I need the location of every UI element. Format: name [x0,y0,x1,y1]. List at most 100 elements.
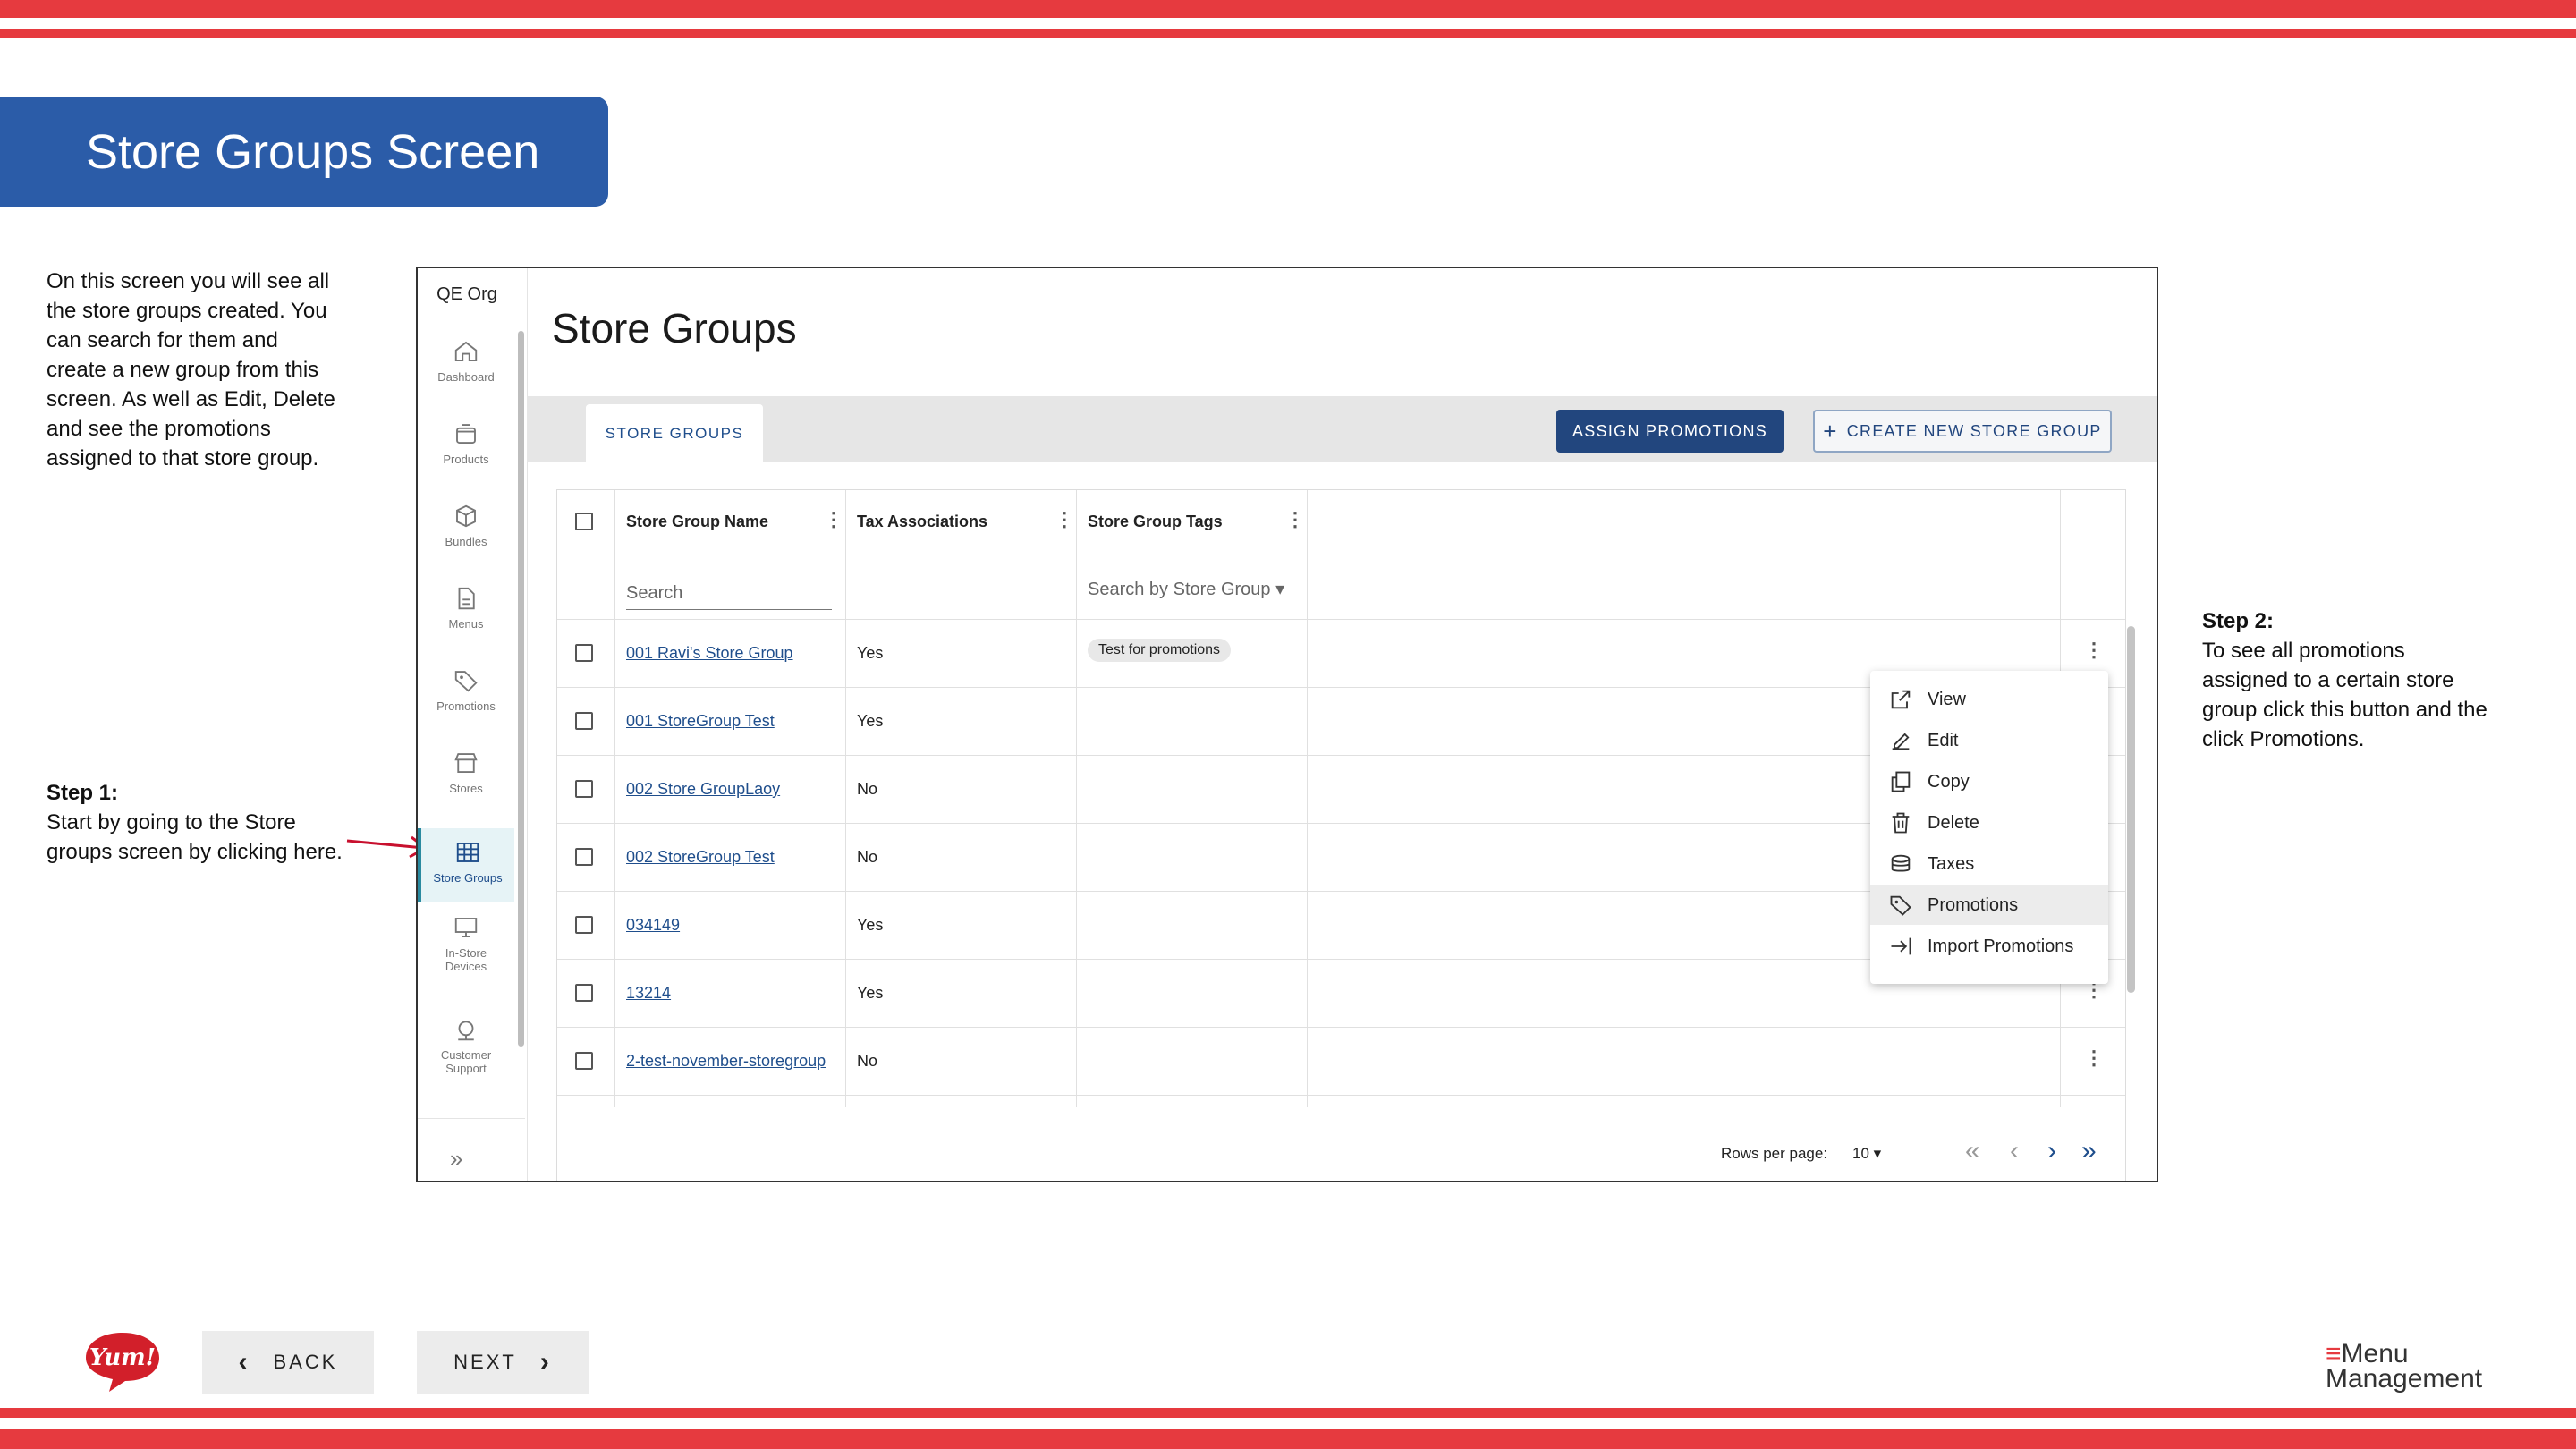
sidebar-item-dashboard[interactable]: Dashboard [418,338,514,384]
expand-sidebar-icon[interactable]: » [450,1145,462,1173]
top-stripe-1 [0,0,2576,18]
previous-page-icon[interactable]: ‹ [2010,1136,2019,1166]
bottom-stripe-2 [0,1429,2576,1449]
slide-title: Store Groups Screen [0,97,608,207]
first-page-icon[interactable]: « [1965,1136,1980,1166]
plus-icon: + [1823,418,1838,445]
table-scrollbar[interactable] [2127,626,2135,993]
chevron-left-icon: ‹ [238,1347,250,1377]
menu-item-copy[interactable]: Copy [1870,762,2108,801]
sidebar-item-bundles[interactable]: Bundles [418,503,514,548]
sidebar-item-label: Menus [448,617,484,631]
menu-item-promotions[interactable]: Promotions [1870,886,2108,925]
menu-item-import-promotions[interactable]: Import Promotions [1870,927,2108,966]
import-icon [1891,937,1911,955]
dropdown-icon: ▾ [1275,580,1285,599]
select-all-checkbox[interactable] [575,513,593,530]
back-button[interactable]: ‹ BACK [202,1331,374,1394]
column-menu-icon[interactable]: ⋮ [824,508,843,531]
column-menu-icon[interactable]: ⋮ [1285,508,1305,531]
column-menu-icon[interactable]: ⋮ [1055,508,1074,531]
store-group-tag: Test for promotions [1088,639,1232,662]
row-checkbox[interactable] [575,984,593,1002]
tag-search-placeholder: Search by Store Group [1088,580,1271,599]
row-checkbox[interactable] [575,848,593,866]
search-input[interactable]: Search [626,583,832,610]
sidebar-item-stores[interactable]: Stores [418,750,514,795]
page-title: Store Groups [552,305,797,352]
store-group-link[interactable]: 001 Ravi's Store Group [626,644,793,663]
store-group-link[interactable]: 001 StoreGroup Test [626,712,775,731]
app-screenshot: QE Org Dashboard Products Bundles Menus … [416,267,2158,1182]
row-actions-icon[interactable]: ⋮ [2084,639,2104,662]
rows-per-page-value: 10 [1852,1145,1869,1162]
tag-icon [1890,895,1911,916]
sidebar-item-promotions[interactable]: Promotions [418,667,514,713]
last-page-icon[interactable]: » [2081,1136,2097,1166]
sidebar-item-label: Dashboard [437,370,495,384]
cube-icon [456,504,476,528]
sidebar-item-store-groups[interactable]: Store Groups [418,828,514,902]
column-header-name[interactable]: Store Group Name [626,513,768,531]
tax-value: No [857,1052,878,1070]
store-group-link[interactable]: 034149 [626,916,680,935]
column-header-tax[interactable]: Tax Associations [857,513,987,531]
tag-search-input[interactable]: Search by Store Group ▾ [1088,578,1293,606]
sidebar-item-customer-support[interactable]: Customer Support [418,1016,514,1075]
top-stripe-2 [0,29,2576,38]
menu-item-label: View [1928,689,1966,709]
row-checkbox[interactable] [575,712,593,730]
step2-text: To see all promotions assigned to a cert… [2202,639,2487,751]
rows-per-page-select[interactable]: 10 ▾ [1852,1145,1881,1163]
next-label: NEXT [453,1351,517,1373]
products-icon [456,424,476,444]
row-actions-icon[interactable]: ⋮ [2084,1046,2104,1070]
menu-item-edit[interactable]: Edit [1870,721,2108,760]
row-checkbox[interactable] [575,644,593,662]
menu-management-logo: ≡Menu Management [2326,1341,2482,1393]
sidebar-item-label: Promotions [436,699,496,713]
store-group-link[interactable]: 13214 [626,984,671,1003]
next-page-icon[interactable]: › [2047,1136,2056,1166]
store-group-link[interactable]: 002 Store GroupLaoy [626,780,780,799]
menu-item-label: Promotions [1928,894,2019,915]
store-icon [454,753,478,773]
row-checkbox[interactable] [575,916,593,934]
row-actions-menu: View Edit Copy Delete Taxes Promotions I… [1870,671,2108,984]
next-button[interactable]: NEXT › [417,1331,589,1394]
create-store-group-button[interactable]: + CREATE NEW STORE GROUP [1813,410,2112,453]
tax-value: Yes [857,984,884,1002]
sidebar-scrollbar[interactable] [518,331,524,1046]
sidebar-item-label: Products [443,453,489,466]
tax-value: No [857,848,878,866]
menu-item-label: Import Promotions [1928,936,2074,956]
dropdown-icon: ▾ [1873,1145,1882,1162]
menu-item-view[interactable]: View [1870,680,2108,719]
rows-per-page-label: Rows per page: [1721,1145,1828,1162]
monitor-icon [454,918,478,937]
org-name: QE Org [436,284,497,304]
menu-item-taxes[interactable]: Taxes [1870,844,2108,884]
tab-store-groups[interactable]: STORE GROUPS [586,404,763,462]
chevron-right-icon: › [539,1347,552,1377]
menu-item-delete[interactable]: Delete [1870,803,2108,843]
sidebar-item-products[interactable]: Products [418,420,514,466]
assign-promotions-button[interactable]: ASSIGN PROMOTIONS [1556,410,1784,453]
menu-item-label: Copy [1928,771,1970,792]
yum-logo: Yum! [86,1333,159,1392]
sidebar-item-menus[interactable]: Menus [418,585,514,631]
row-checkbox[interactable] [575,780,593,798]
sidebar-item-in-store-devices[interactable]: In-Store Devices [418,914,514,973]
edit-icon [1892,733,1910,750]
store-group-link[interactable]: 2-test-november-storegroup [626,1052,826,1071]
menu-item-label: Delete [1928,812,1979,833]
document-icon [458,587,475,610]
column-header-tags[interactable]: Store Group Tags [1088,513,1223,531]
row-checkbox[interactable] [575,1052,593,1070]
coins-icon [1891,854,1911,872]
sidebar-item-label: In-Store Devices [445,946,487,973]
home-icon [454,341,478,361]
create-button-label: CREATE NEW STORE GROUP [1846,421,2102,440]
menu-item-label: Edit [1928,730,1959,750]
store-group-link[interactable]: 002 StoreGroup Test [626,848,775,867]
